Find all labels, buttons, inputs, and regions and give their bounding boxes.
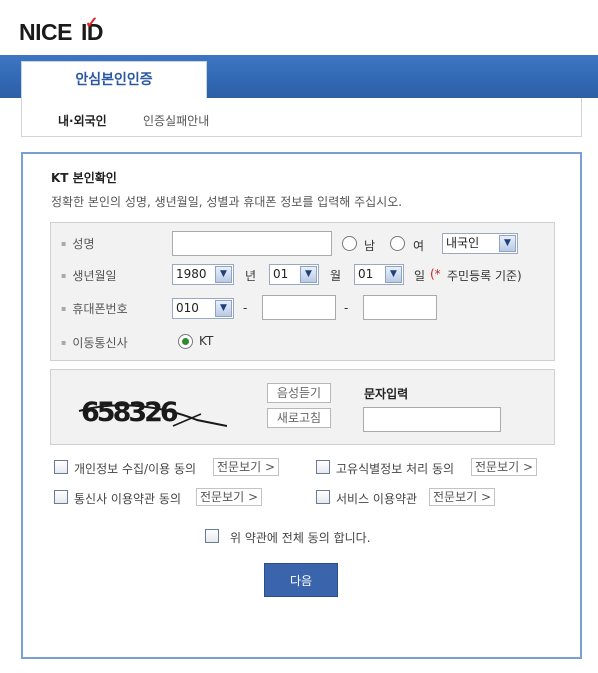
phone-prefix-select[interactable]: 010 ▼ — [172, 298, 234, 319]
tab-secure-auth[interactable]: 안심본인인증 — [21, 61, 207, 99]
agree-carrier-label: 통신사 이용약관 동의 — [74, 492, 181, 506]
subnav-domestic-foreign[interactable]: 내·외국인 — [58, 112, 107, 129]
month-unit: 월 — [330, 269, 342, 283]
identity-form: 성명 남 여 내국인 ▼ 생년월일 1980 ▼ 년 01 ▼ 월 01 ▼ 일… — [50, 222, 555, 361]
phone-last-input[interactable] — [363, 295, 437, 320]
carrier-label: 이동통신사 — [61, 334, 127, 351]
view-unique-id-button[interactable]: 전문보기 > — [471, 458, 538, 476]
chevron-down-icon: ▼ — [499, 235, 516, 252]
agree-service-label: 서비스 이용약관 — [336, 492, 418, 506]
form-description: 정확한 본인의 성명, 생년월일, 성별과 휴대폰 정보를 입력해 주십시오. — [51, 195, 403, 209]
day-unit: 일 — [414, 269, 426, 283]
birth-day-select[interactable]: 01 ▼ — [354, 264, 404, 285]
chevron-down-icon: ▼ — [215, 300, 232, 317]
birth-year-select[interactable]: 1980 ▼ — [172, 264, 234, 285]
birth-month-select[interactable]: 01 ▼ — [269, 264, 319, 285]
phone-dash-2: - — [344, 301, 349, 315]
carrier-value: KT — [199, 334, 214, 348]
agree-carrier-checkbox[interactable] — [54, 490, 68, 504]
birth-note-star: (* — [430, 267, 441, 281]
next-button[interactable]: 다음 — [264, 563, 338, 597]
captcha-refresh-button[interactable]: 새로고침 — [267, 408, 331, 428]
chevron-down-icon: ▼ — [300, 266, 317, 283]
agree-all-checkbox[interactable] — [205, 529, 219, 543]
agree-privacy-checkbox[interactable] — [54, 460, 68, 474]
chevron-down-icon: ▼ — [385, 266, 402, 283]
gender-male-radio[interactable] — [342, 236, 357, 251]
captcha-image: 658326 — [78, 397, 227, 428]
agree-unique-id-checkbox[interactable] — [316, 460, 330, 474]
view-privacy-button[interactable]: 전문보기 > — [213, 458, 280, 476]
view-service-button[interactable]: 전문보기 > — [429, 488, 496, 506]
view-carrier-button[interactable]: 전문보기 > — [196, 488, 263, 506]
gender-female-label: 여 — [413, 239, 425, 253]
svg-text:658326: 658326 — [81, 397, 178, 428]
phone-dash-1: - — [243, 301, 248, 315]
verification-panel: KT 본인확인 정확한 본인의 성명, 생년월일, 성별과 휴대폰 정보를 입력… — [21, 152, 582, 659]
agree-privacy-label: 개인정보 수집/이용 동의 — [74, 462, 197, 476]
gender-male-label: 남 — [364, 239, 376, 253]
nationality-select[interactable]: 내국인 ▼ — [442, 233, 518, 254]
name-input[interactable] — [172, 231, 332, 256]
phone-middle-input[interactable] — [262, 295, 336, 320]
agree-service-checkbox[interactable] — [316, 490, 330, 504]
phone-label: 휴대폰번호 — [61, 300, 127, 317]
subnav-auth-failure-guide[interactable]: 인증실패안내 — [143, 112, 209, 129]
captcha-listen-button[interactable]: 음성듣기 — [267, 383, 331, 403]
nice-id-logo: NICE ID ✓ — [19, 15, 103, 45]
gender-female-radio[interactable] — [390, 236, 405, 251]
form-title: KT 본인확인 — [51, 171, 117, 185]
check-mark-icon: ✓ — [85, 15, 98, 32]
year-unit: 년 — [245, 269, 257, 283]
chevron-down-icon: ▼ — [215, 266, 232, 283]
name-label: 성명 — [61, 235, 94, 252]
agree-unique-id-label: 고유식별정보 처리 동의 — [336, 462, 455, 476]
agree-all-label: 위 약관에 전체 동의 합니다. — [230, 531, 371, 545]
subnav: 내·외국인 인증실패안내 — [21, 98, 582, 137]
captcha-box: 658326 음성듣기 새로고침 문자입력 — [50, 369, 555, 445]
captcha-input-label: 문자입력 — [364, 387, 409, 401]
birth-note: 주민등록 기준) — [447, 269, 522, 283]
birth-label: 생년월일 — [61, 267, 116, 284]
captcha-input[interactable] — [363, 407, 501, 432]
carrier-kt-radio[interactable] — [178, 334, 193, 349]
